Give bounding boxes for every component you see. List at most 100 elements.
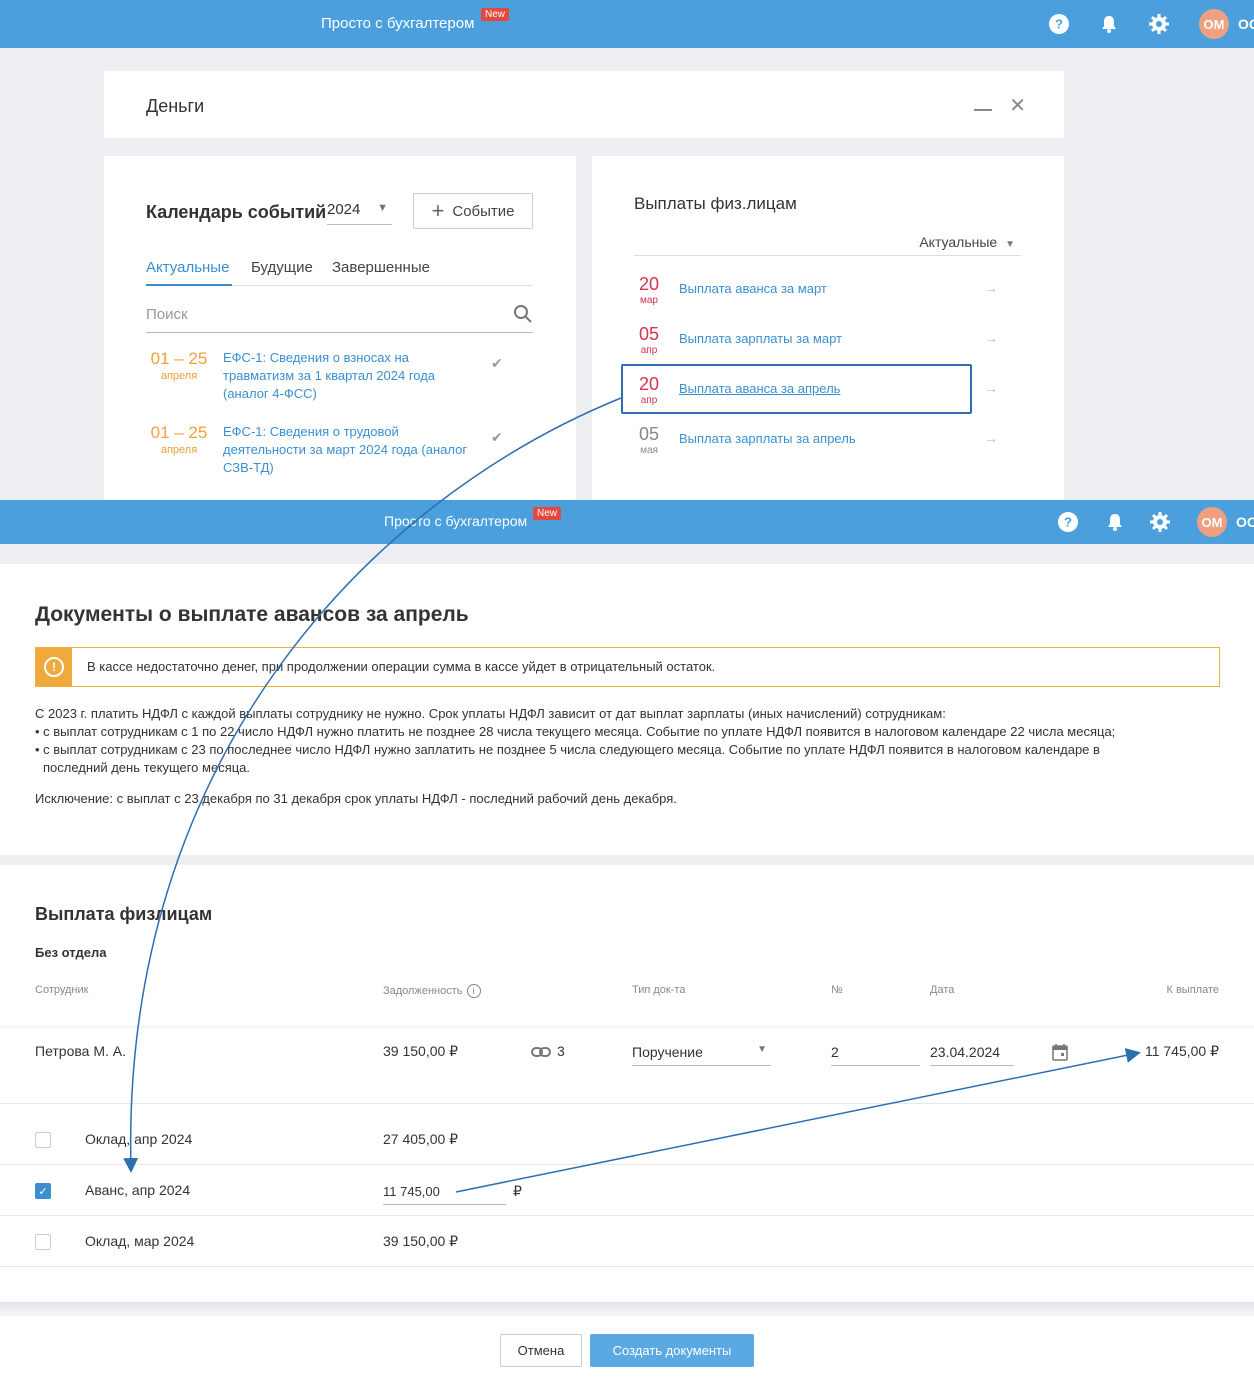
minimize-button[interactable]	[974, 109, 992, 111]
event-date: 01 – 25	[150, 423, 208, 442]
tab-completed[interactable]: Завершенные	[332, 259, 430, 276]
event-month: апреля	[160, 370, 198, 382]
date-field[interactable]: 23.04.2024	[930, 1044, 1014, 1066]
employee-row: Петрова М. А. 39 150,00 ₽ 3 Поручение ▼ …	[0, 1028, 1254, 1104]
accrual-amount: 39 150,00 ₽	[383, 1233, 459, 1249]
accrual-amount-value: 11 745,00	[383, 1184, 440, 1199]
accrual-checkbox[interactable]	[35, 1132, 51, 1148]
payment-day: 20	[638, 274, 660, 294]
warning-text: В кассе недостаточно денег, при продолже…	[87, 659, 716, 674]
calendar-card: Календарь событий 2024 ▼ + Событие Актуа…	[104, 156, 576, 500]
number-value: 2	[831, 1044, 839, 1060]
col-debt: Задолженность i	[383, 984, 481, 998]
accrual-label: Оклад, апр 2024	[85, 1131, 193, 1147]
accrual-amount-input[interactable]: 11 745,00	[383, 1184, 506, 1205]
brand-link[interactable]: Просто с бухгалтером	[321, 15, 474, 32]
warning-icon: !	[36, 648, 72, 686]
payment-item[interactable]: 05 мая Выплата зарплаты за апрель →	[634, 424, 1014, 474]
brand-link[interactable]: Просто с бухгалтером	[384, 513, 527, 529]
info-icon[interactable]: i	[466, 984, 481, 998]
org-name[interactable]: OO	[1238, 16, 1254, 32]
tab-future[interactable]: Будущие	[251, 259, 313, 276]
money-window-header: Деньги ✕	[104, 71, 1064, 138]
accrual-row: ✓ Аванс, апр 2024 11 745,00 ₽	[0, 1165, 1254, 1216]
accrual-checkbox[interactable]	[35, 1234, 51, 1250]
avatar[interactable]: ОМ	[1197, 507, 1227, 537]
accrual-label: Оклад, мар 2024	[85, 1233, 195, 1249]
col-date: Дата	[930, 984, 955, 996]
col-employee: Сотрудник	[35, 984, 89, 996]
doc-type-select[interactable]: Поручение ▼	[632, 1044, 771, 1066]
col-debt-label: Задолженность	[383, 984, 463, 997]
footer-divider	[0, 1302, 1254, 1316]
event-text[interactable]: ЕФС-1: Сведения о трудовой деятельности …	[223, 423, 478, 477]
payment-day: 05	[638, 424, 660, 444]
event-text[interactable]: ЕФС-1: Сведения о взносах на травматизм …	[223, 349, 478, 403]
filter-value: Актуальные	[919, 234, 998, 250]
info-line: • с выплат сотрудникам с 1 по 22 число Н…	[35, 724, 1116, 739]
gear-icon[interactable]	[1149, 511, 1171, 533]
department-label: Без отдела	[35, 945, 107, 960]
chevron-down-icon: ▼	[757, 1044, 767, 1055]
number-field[interactable]: 2	[831, 1044, 920, 1066]
payment-link[interactable]: Выплата зарплаты за апрель	[679, 431, 856, 446]
col-number: №	[831, 984, 843, 996]
documents-panel: Просто с бухгалтером New ? ОМ OO Докумен…	[0, 500, 1254, 1379]
check-icon[interactable]: ✔	[491, 355, 503, 372]
employee-name: Петрова М. А.	[35, 1043, 126, 1059]
event-date: 01 – 25	[150, 349, 208, 368]
new-badge: New	[481, 8, 510, 21]
info-line: последний день текущего месяца.	[43, 760, 251, 775]
payment-item[interactable]: 20 мар Выплата аванса за март →	[634, 274, 1014, 324]
top-bar: Просто с бухгалтером New ? ОМ OO	[0, 500, 1254, 544]
chevron-down-icon: ▼	[1005, 239, 1015, 250]
payment-link[interactable]: Выплата аванса за март	[679, 281, 827, 296]
bell-icon[interactable]	[1098, 13, 1120, 35]
arrow-right-icon[interactable]: →	[984, 280, 998, 296]
date-value: 23.04.2024	[930, 1044, 1001, 1060]
accrual-row: Оклад, мар 2024 39 150,00 ₽	[0, 1216, 1254, 1267]
year-select[interactable]: 2024 ▼	[327, 201, 392, 225]
check-icon[interactable]: ✔	[491, 429, 503, 446]
arrow-right-icon[interactable]: →	[984, 330, 998, 346]
header-gap	[0, 544, 1254, 564]
payments-filter[interactable]: Актуальные ▼	[634, 234, 1021, 256]
plus-icon: +	[431, 198, 445, 223]
create-documents-button[interactable]: Создать документы	[590, 1334, 754, 1367]
warning-banner: ! В кассе недостаточно денег, при продол…	[35, 647, 1220, 687]
accrual-label: Аванс, апр 2024	[85, 1182, 191, 1198]
add-event-button[interactable]: + Событие	[413, 193, 533, 229]
active-tab-indicator	[146, 284, 232, 286]
close-icon[interactable]: ✕	[1009, 93, 1026, 118]
calendar-tabs: Актуальные Будущие Завершенные	[146, 256, 533, 286]
top-bar: Просто с бухгалтером New ? ОМ OO	[0, 0, 1254, 48]
search-placeholder: Поиск	[146, 306, 188, 323]
gear-icon[interactable]	[1148, 13, 1170, 35]
cancel-button[interactable]: Отмена	[500, 1334, 582, 1367]
add-event-label: Событие	[452, 202, 515, 220]
avatar[interactable]: ОМ	[1199, 9, 1229, 39]
payment-link[interactable]: Выплата зарплаты за март	[679, 331, 842, 346]
col-doc-type: Тип док-та	[632, 984, 686, 996]
payment-month: апр	[640, 345, 658, 356]
search-icon[interactable]	[513, 304, 533, 328]
payment-month: мар	[640, 295, 658, 306]
links-count[interactable]: 3	[531, 1043, 565, 1059]
accrual-row: Оклад, апр 2024 27 405,00 ₽	[0, 1114, 1254, 1165]
exception-text: Исключение: с выплат с 23 декабря по 31 …	[35, 791, 677, 806]
help-icon[interactable]: ?	[1048, 13, 1070, 35]
payment-month: мая	[640, 445, 658, 456]
arrow-right-icon[interactable]: →	[984, 380, 998, 396]
info-line: • с выплат сотрудникам с 23 по последнее…	[35, 742, 1100, 757]
selection-highlight	[621, 364, 972, 414]
search-input[interactable]: Поиск	[146, 304, 533, 333]
info-line: С 2023 г. платить НДФЛ с каждой выплаты …	[35, 706, 946, 721]
tab-actual[interactable]: Актуальные	[146, 259, 229, 276]
calendar-icon[interactable]	[1052, 1043, 1068, 1066]
arrow-right-icon[interactable]: →	[984, 430, 998, 446]
bell-icon[interactable]	[1104, 511, 1126, 533]
help-icon[interactable]: ?	[1057, 511, 1079, 533]
links-count-value: 3	[557, 1043, 565, 1059]
org-name[interactable]: OO	[1236, 514, 1254, 530]
accrual-checkbox[interactable]: ✓	[35, 1183, 51, 1199]
